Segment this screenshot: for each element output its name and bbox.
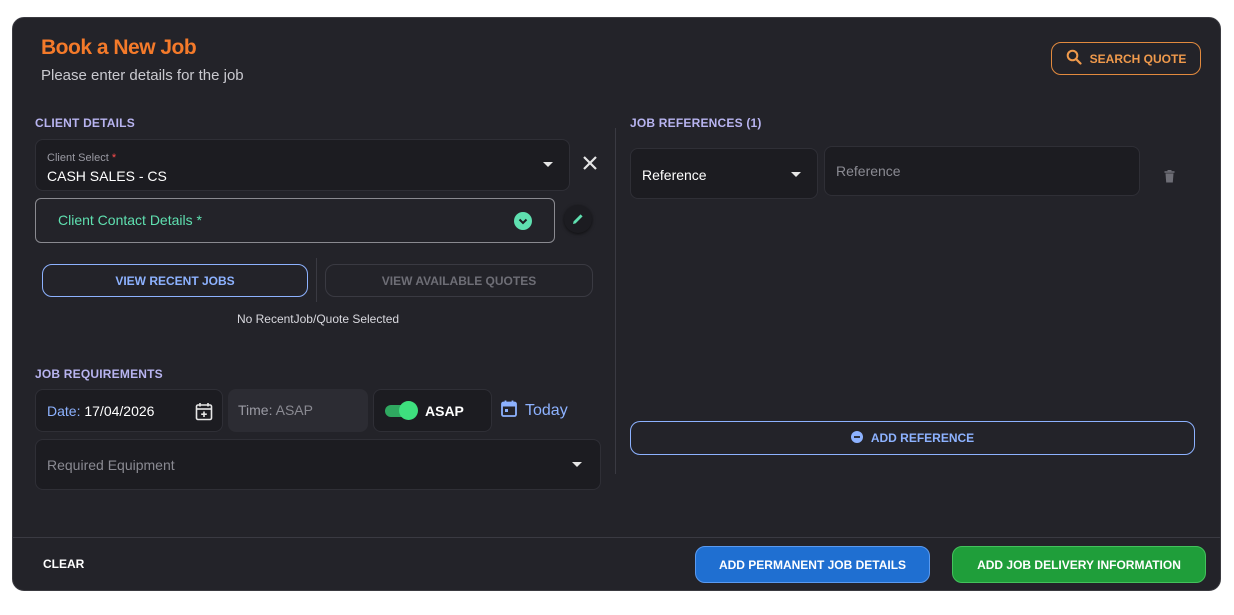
date-text: Date: 17/04/2026 xyxy=(47,403,154,419)
time-field[interactable]: Time: ASAP xyxy=(228,389,368,432)
reference-type-select[interactable]: Reference xyxy=(630,148,818,199)
footer-divider xyxy=(13,537,1220,538)
page-subtitle: Please enter details for the job xyxy=(41,67,244,84)
asap-label: ASAP xyxy=(425,403,464,419)
add-reference-button[interactable]: ADD REFERENCE xyxy=(630,421,1195,455)
asap-toggle-knob[interactable] xyxy=(399,401,418,420)
chevron-down-icon xyxy=(543,162,553,167)
page-title: Book a New Job xyxy=(41,36,197,59)
add-permanent-job-details-button[interactable]: ADD PERMANENT JOB DETAILS xyxy=(695,546,930,583)
search-quote-label: SEARCH QUOTE xyxy=(1089,51,1187,66)
time-value: ASAP xyxy=(275,402,313,418)
client-contact-label: Client Contact Details * xyxy=(58,212,202,228)
client-select-label: Client Select * xyxy=(47,152,117,164)
time-text: Time: ASAP xyxy=(238,402,313,418)
client-details-heading: CLIENT DETAILS xyxy=(35,116,135,130)
asap-toggle-field[interactable]: ASAP xyxy=(373,389,492,432)
reference-input-placeholder: Reference xyxy=(836,163,901,179)
chevron-down-circle-icon xyxy=(514,212,532,230)
client-select[interactable]: Client Select * CASH SALES - CS xyxy=(35,139,570,191)
selection-status-text: No RecentJob/Quote Selected xyxy=(236,312,400,326)
plus-circle-icon xyxy=(850,430,863,446)
book-job-card: Book a New Job Please enter details for … xyxy=(12,17,1221,591)
required-equipment-placeholder: Required Equipment xyxy=(47,457,175,473)
chevron-down-icon xyxy=(791,172,801,177)
chevron-down-icon xyxy=(572,462,582,467)
calendar-plus-icon[interactable] xyxy=(195,402,213,426)
client-contact-details-select[interactable]: Client Contact Details * xyxy=(35,198,555,243)
client-select-value: CASH SALES - CS xyxy=(47,168,167,184)
add-job-delivery-information-button[interactable]: ADD JOB DELIVERY INFORMATION xyxy=(952,546,1206,583)
reference-input[interactable]: Reference xyxy=(824,146,1140,196)
time-label: Time: xyxy=(238,402,273,418)
date-field[interactable]: Date: 17/04/2026 xyxy=(35,389,223,432)
add-reference-label: ADD REFERENCE xyxy=(870,431,975,445)
clear-button[interactable]: CLEAR xyxy=(43,557,84,571)
view-available-quotes-button[interactable]: VIEW AVAILABLE QUOTES xyxy=(325,264,593,297)
search-icon xyxy=(1066,49,1082,68)
view-recent-jobs-button[interactable]: VIEW RECENT JOBS xyxy=(42,264,308,297)
trash-icon[interactable] xyxy=(1164,170,1175,188)
job-requirements-heading: JOB REQUIREMENTS xyxy=(35,367,163,381)
column-divider xyxy=(615,128,616,474)
calendar-icon xyxy=(501,400,517,422)
search-quote-button[interactable]: SEARCH QUOTE xyxy=(1051,42,1201,75)
date-value: 17/04/2026 xyxy=(84,403,155,419)
date-label: Date: xyxy=(47,403,81,419)
job-references-heading: JOB REFERENCES (1) xyxy=(630,116,762,130)
today-label: Today xyxy=(525,402,568,419)
pencil-icon xyxy=(571,212,585,231)
today-button[interactable]: Today xyxy=(501,400,568,422)
close-icon[interactable] xyxy=(581,154,599,172)
button-divider xyxy=(316,258,317,302)
edit-contact-button[interactable] xyxy=(564,205,592,233)
required-equipment-select[interactable]: Required Equipment xyxy=(35,439,601,490)
reference-type-value: Reference xyxy=(642,167,707,183)
